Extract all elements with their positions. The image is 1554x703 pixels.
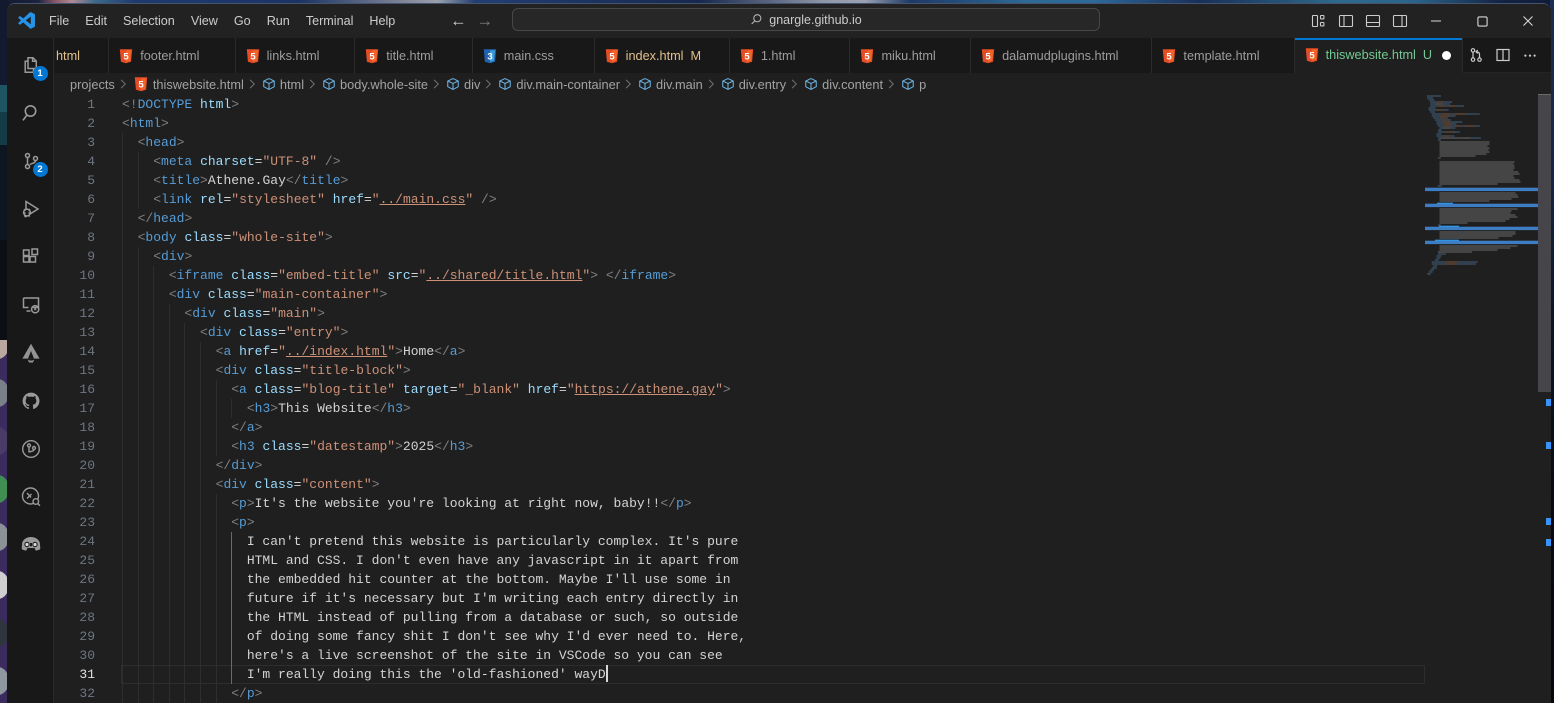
svg-text:5: 5 bbox=[1309, 51, 1315, 62]
svg-text:5: 5 bbox=[744, 51, 750, 62]
svg-text:5: 5 bbox=[865, 51, 871, 62]
svg-text:5: 5 bbox=[370, 51, 376, 62]
svg-text:3: 3 bbox=[487, 51, 492, 62]
svg-text:5: 5 bbox=[609, 51, 615, 62]
svg-text:5: 5 bbox=[250, 51, 256, 62]
svg-text:5: 5 bbox=[1167, 51, 1173, 62]
svg-text:5: 5 bbox=[985, 51, 991, 62]
svg-text:5: 5 bbox=[124, 51, 130, 62]
svg-text:5: 5 bbox=[138, 80, 144, 91]
